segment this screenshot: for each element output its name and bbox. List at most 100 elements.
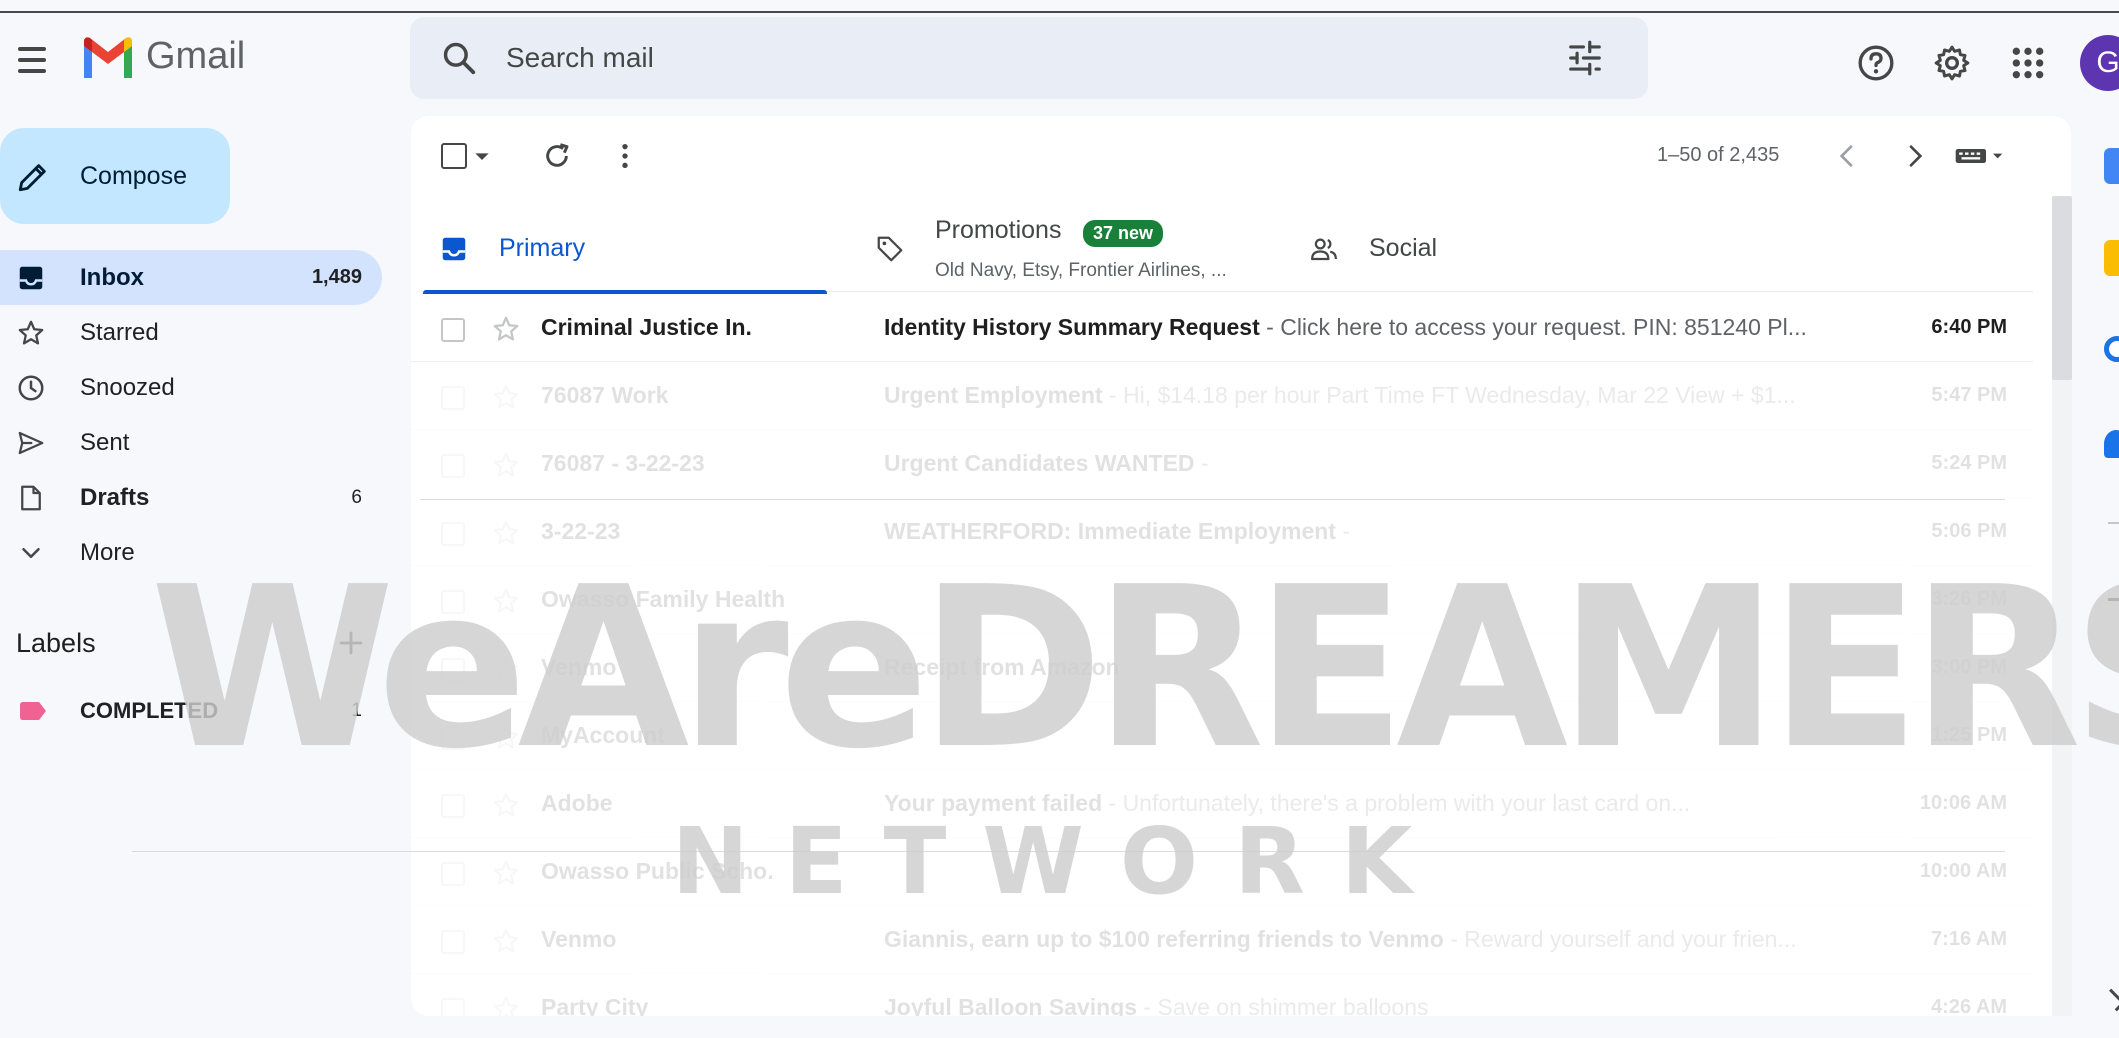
row-checkbox[interactable] bbox=[441, 726, 465, 750]
email-time: 3:26 PM bbox=[1931, 588, 2007, 610]
keep-addon-icon[interactable] bbox=[2104, 240, 2119, 276]
email-preview: WEATHERFORD: Immediate Employment - bbox=[884, 518, 1854, 545]
email-preview: Joyful Balloon Savings - Save on shimmer… bbox=[884, 994, 1854, 1016]
row-checkbox[interactable] bbox=[441, 998, 465, 1016]
refresh-icon[interactable] bbox=[541, 140, 573, 172]
people-icon bbox=[1311, 238, 1337, 261]
account-avatar[interactable]: G bbox=[2080, 35, 2119, 91]
email-preview: Receipt from Amazon bbox=[884, 654, 1854, 681]
star-icon[interactable] bbox=[491, 926, 521, 956]
label-completed[interactable]: COMPLETED 1 bbox=[0, 686, 382, 736]
sidebar-item-sent[interactable]: Sent bbox=[0, 415, 382, 470]
more-vert-icon[interactable] bbox=[609, 140, 641, 172]
search-icon[interactable] bbox=[440, 39, 478, 77]
email-row[interactable]: Owasso Public Scho. 10:00 AM bbox=[411, 838, 2033, 906]
row-checkbox[interactable] bbox=[441, 794, 465, 818]
clock-icon bbox=[18, 375, 44, 401]
star-icon bbox=[18, 320, 44, 345]
email-subject: Your payment failed bbox=[884, 790, 1103, 816]
email-row[interactable]: 76087 - 3-22-23 Urgent Candidates WANTED … bbox=[411, 430, 2033, 498]
tab-primary[interactable]: Primary bbox=[423, 206, 827, 294]
scrollbar-thumb[interactable] bbox=[2052, 196, 2072, 380]
email-row[interactable]: Venmo Receipt from Amazon 3:00 PM bbox=[411, 634, 2033, 702]
add-label-icon[interactable] bbox=[334, 626, 368, 660]
tab-label: Social bbox=[1369, 234, 1438, 262]
star-icon[interactable] bbox=[491, 382, 521, 412]
label-name: COMPLETED bbox=[80, 698, 219, 723]
email-row[interactable]: Venmo Giannis, earn up to $100 referring … bbox=[411, 906, 2033, 974]
email-snippet: - Unfortunately, there's a problem with … bbox=[1102, 790, 1691, 816]
select-all-checkbox[interactable] bbox=[441, 143, 467, 169]
chevron-right-icon[interactable] bbox=[1899, 140, 1931, 172]
email-row[interactable]: Criminal Justice In. Identity History Sum… bbox=[411, 294, 2033, 362]
settings-gear-icon[interactable] bbox=[1932, 43, 1972, 83]
email-row[interactable]: MyAccount 1:25 PM bbox=[411, 702, 2033, 770]
star-icon[interactable] bbox=[491, 994, 521, 1016]
tab-promotions[interactable]: Promotions 37 new Old Navy, Etsy, Fronti… bbox=[859, 206, 1263, 292]
email-time: 5:06 PM bbox=[1931, 520, 2007, 542]
row-checkbox[interactable] bbox=[441, 386, 465, 410]
row-checkbox[interactable] bbox=[441, 318, 465, 342]
email-snippet: - Save on shimmer balloons bbox=[1137, 994, 1429, 1016]
sidebar-item-starred[interactable]: Starred bbox=[0, 305, 382, 360]
star-icon[interactable] bbox=[491, 722, 521, 752]
label-tag-icon bbox=[20, 702, 46, 720]
email-snippet: - bbox=[1335, 518, 1351, 544]
select-dropdown-icon[interactable] bbox=[473, 140, 491, 172]
email-snippet: - Hi, $14.18 per hour Part Time FT Wedne… bbox=[1102, 382, 1796, 408]
row-checkbox[interactable] bbox=[441, 590, 465, 614]
sidebar-item-label: Drafts bbox=[80, 483, 150, 511]
compose-button[interactable]: Compose bbox=[0, 128, 230, 224]
inbox-icon bbox=[442, 237, 466, 261]
star-icon[interactable] bbox=[491, 586, 521, 616]
email-time: 6:40 PM bbox=[1931, 316, 2007, 338]
row-checkbox[interactable] bbox=[441, 862, 465, 886]
email-subject: Identity History Summary Request bbox=[884, 314, 1260, 340]
new-count-badge: 37 new bbox=[1083, 220, 1164, 247]
help-icon[interactable] bbox=[1856, 43, 1896, 83]
star-icon[interactable] bbox=[491, 518, 521, 548]
email-row[interactable]: Party City Joyful Balloon Savings - Save … bbox=[411, 974, 2033, 1016]
gmail-logo[interactable]: Gmail bbox=[80, 35, 245, 78]
tab-social[interactable]: Social bbox=[1293, 206, 1693, 292]
search-options-icon[interactable] bbox=[1566, 39, 1604, 77]
email-row[interactable]: 3-22-23 WEATHERFORD: Immediate Employment… bbox=[411, 498, 2033, 566]
sidebar-item-drafts[interactable]: Drafts 6 bbox=[0, 470, 382, 525]
star-icon[interactable] bbox=[491, 654, 521, 684]
sidebar-item-inbox[interactable]: Inbox 1,489 bbox=[0, 250, 382, 305]
app-header: Gmail G bbox=[0, 15, 2119, 105]
email-row[interactable]: Adobe Your payment failed - Unfortunately… bbox=[411, 770, 2033, 838]
apps-grid-icon[interactable] bbox=[2008, 43, 2048, 83]
star-icon[interactable] bbox=[491, 790, 521, 820]
mail-toolbar: 1–50 of 2,435 bbox=[411, 116, 2071, 196]
email-preview: Urgent Candidates WANTED - bbox=[884, 450, 1854, 477]
email-time: 7:16 AM bbox=[1931, 928, 2007, 950]
star-icon[interactable] bbox=[491, 450, 521, 480]
sidebar-item-label: Starred bbox=[80, 318, 159, 346]
row-checkbox[interactable] bbox=[441, 930, 465, 954]
tag-icon bbox=[877, 236, 903, 262]
expand-side-panel-icon[interactable] bbox=[2102, 988, 2119, 1012]
star-icon[interactable] bbox=[491, 314, 521, 344]
main-menu-button[interactable] bbox=[12, 43, 52, 77]
row-checkbox[interactable] bbox=[441, 658, 465, 682]
contacts-addon-icon[interactable] bbox=[2104, 430, 2119, 458]
calendar-addon-icon[interactable] bbox=[2104, 148, 2119, 184]
email-row[interactable]: Owasso Family Health 3:26 PM bbox=[411, 566, 2033, 634]
row-checkbox[interactable] bbox=[441, 522, 465, 546]
email-snippet: - Reward yourself and your frien... bbox=[1443, 926, 1797, 952]
star-icon[interactable] bbox=[491, 858, 521, 888]
search-bar[interactable] bbox=[410, 17, 1648, 99]
sidebar-item-label: Inbox bbox=[80, 263, 144, 291]
email-row[interactable]: 76087 Work Urgent Employment - Hi, $14.18… bbox=[411, 362, 2033, 430]
email-sender: Owasso Family Health bbox=[541, 586, 786, 612]
row-checkbox[interactable] bbox=[441, 454, 465, 478]
sidebar-item-more[interactable]: More bbox=[0, 525, 382, 580]
search-input[interactable] bbox=[506, 35, 1506, 81]
input-tools-keyboard-icon[interactable] bbox=[1951, 140, 2007, 172]
chevron-left-icon[interactable] bbox=[1831, 140, 1863, 172]
sidebar-item-snoozed[interactable]: Snoozed bbox=[0, 360, 382, 415]
tasks-addon-icon[interactable] bbox=[2104, 336, 2119, 362]
email-sender: Party City bbox=[541, 994, 649, 1016]
get-addons-icon[interactable] bbox=[2108, 598, 2119, 601]
